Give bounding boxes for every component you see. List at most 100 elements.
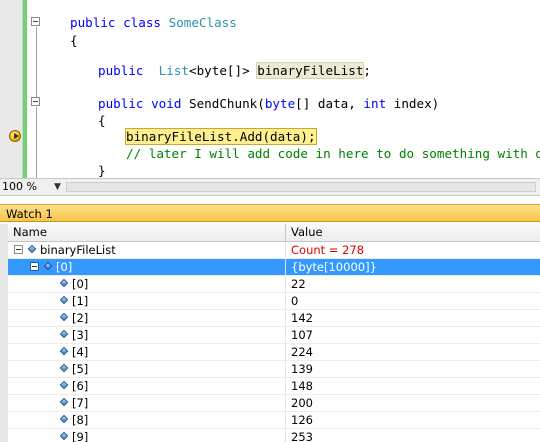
keyword: byte [264,96,296,111]
watch-value[interactable]: {byte[10000]} [286,259,540,275]
watch-value[interactable]: 0 [286,293,540,309]
watch-name-cell: [7] [8,395,286,411]
watch-row[interactable]: [8] 126 [8,412,540,429]
property-icon [60,347,67,356]
watch-name: [8] [72,413,89,427]
property-icon [44,262,51,271]
watch-row[interactable]: [0] 22 [8,276,540,293]
watch-value[interactable]: 22 [286,276,540,292]
watch-row[interactable]: [5] 139 [8,361,540,378]
watch-row[interactable]: [6] 148 [8,378,540,395]
code-line-comment[interactable]: // later I will add code in here to do s… [126,145,540,163]
property-icon [60,313,67,322]
code-line-brace[interactable]: { [98,112,106,130]
code-line-class[interactable]: public class SomeClass [70,14,237,32]
watch-name: [0] [56,260,73,274]
field-name: binaryFileList [256,62,365,79]
code-line-field[interactable]: public List<byte[]> binaryFileList; [98,62,371,80]
watch-window: Watch 1 Name Value binaryFileList Count =… [0,196,540,442]
watch-name-cell: [4] [8,344,286,360]
outline-line [36,107,37,178]
method-signature: index) [386,96,440,111]
property-icon [28,245,35,254]
watch-name: [7] [72,396,89,410]
method-signature: [] data, [295,96,364,111]
watch-name-cell: [6] [8,378,286,394]
current-statement: binaryFileList.Add(data); [125,128,317,145]
watch-row[interactable]: binaryFileList Count = 278 [8,242,540,259]
editor-status-bar: 100 % ▼ [0,178,540,196]
outline-line [36,27,37,97]
watch-name: [6] [72,379,89,393]
watch-value[interactable]: 139 [286,361,540,377]
class-name: SomeClass [168,15,237,30]
chevron-down-icon[interactable]: ▼ [54,180,61,194]
watch-name-cell: [0] [8,259,286,275]
code-line-current[interactable]: binaryFileList.Add(data); [125,128,317,146]
watch-value[interactable]: Count = 278 [286,242,540,258]
column-header-name[interactable]: Name [8,224,286,241]
property-icon [60,432,67,441]
watch-name: [9] [72,430,89,442]
watch-name-cell: [1] [8,293,286,309]
watch-name-cell: [3] [8,327,286,343]
code-editor[interactable]: public class SomeClass { public List<byt… [0,0,540,178]
keyword: public [98,63,159,78]
watch-name-cell: [0] [8,276,286,292]
watch-title[interactable]: Watch 1 [0,204,540,222]
watch-name: [5] [72,362,89,376]
watch-row[interactable]: [2] 142 [8,310,540,327]
property-icon [60,279,67,288]
property-icon [60,381,67,390]
watch-row[interactable]: [9] 253 [8,429,540,442]
keyword: public class [70,15,169,30]
generic-args: <byte[]> [189,63,258,78]
type-name: List [158,63,190,78]
change-tracking-bar [23,0,27,178]
watch-name: [4] [72,345,89,359]
collapse-class-icon[interactable] [31,17,40,26]
watch-value[interactable]: 148 [286,378,540,394]
property-icon [60,398,67,407]
column-header-value[interactable]: Value [286,224,540,241]
watch-row[interactable]: [3] 107 [8,327,540,344]
keyword: int [363,96,387,111]
collapse-icon[interactable] [30,262,39,271]
watch-name: [0] [72,277,89,291]
semicolon: ; [363,63,372,78]
watch-value[interactable]: 253 [286,429,540,442]
watch-value[interactable]: 224 [286,344,540,360]
property-icon [60,330,67,339]
watch-name: binaryFileList [40,243,116,257]
breakpoint-margin[interactable] [0,0,23,178]
watch-name-cell: [9] [8,429,286,442]
watch-value[interactable]: 200 [286,395,540,411]
grid-header: Name Value [8,224,540,242]
watch-grid: Name Value binaryFileList Count = 278 [0] {… [0,224,540,442]
property-icon [60,364,67,373]
watch-name-cell: binaryFileList [8,242,286,258]
watch-row[interactable]: [7] 200 [8,395,540,412]
horizontal-scrollbar[interactable] [66,182,536,192]
current-statement-arrow-icon [9,130,21,142]
zoom-level[interactable]: 100 % [2,179,37,195]
watch-name-cell: [2] [8,310,286,326]
code-line-brace[interactable]: { [70,32,78,50]
watch-value[interactable]: 126 [286,412,540,428]
watch-row[interactable]: [4] 224 [8,344,540,361]
watch-row[interactable]: [1] 0 [8,293,540,310]
watch-name-cell: [8] [8,412,286,428]
collapse-icon[interactable] [14,245,23,254]
watch-value[interactable]: 142 [286,310,540,326]
collapse-method-icon[interactable] [31,97,40,106]
watch-name: [3] [72,328,89,342]
watch-value[interactable]: 107 [286,327,540,343]
code-line-method[interactable]: public void SendChunk(byte[] data, int i… [98,95,439,113]
property-icon [60,296,67,305]
property-icon [60,415,67,424]
code-line-brace[interactable]: } [98,162,106,178]
watch-name-cell: [5] [8,361,286,377]
watch-row[interactable]: [0] {byte[10000]} [8,259,540,276]
method-signature: SendChunk( [189,96,265,111]
watch-name: [1] [72,294,89,308]
